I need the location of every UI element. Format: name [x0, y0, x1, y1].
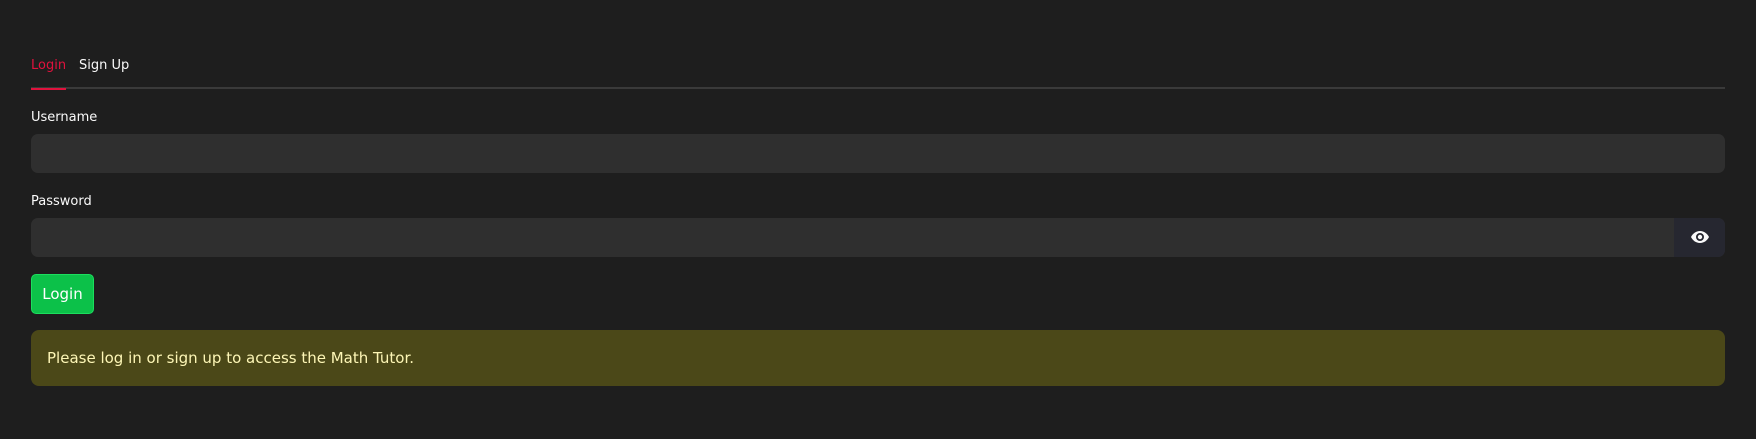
password-input[interactable] — [31, 218, 1674, 257]
show-password-toggle[interactable] — [1674, 218, 1725, 257]
password-field — [31, 218, 1725, 257]
eye-icon — [1690, 228, 1709, 247]
login-button[interactable]: Login — [31, 274, 94, 314]
username-input[interactable] — [31, 134, 1725, 173]
auth-tabs: Login Sign Up — [31, 52, 1725, 90]
password-label: Password — [31, 194, 92, 209]
info-alert: Please log in or sign up to access the M… — [31, 330, 1725, 386]
alert-message: Please log in or sign up to access the M… — [47, 349, 415, 367]
tab-sign-up[interactable]: Sign Up — [79, 58, 129, 88]
username-label: Username — [31, 110, 98, 125]
tab-login[interactable]: Login — [31, 58, 67, 90]
app-root: Login Sign Up Username Password Login Pl… — [0, 0, 1756, 439]
